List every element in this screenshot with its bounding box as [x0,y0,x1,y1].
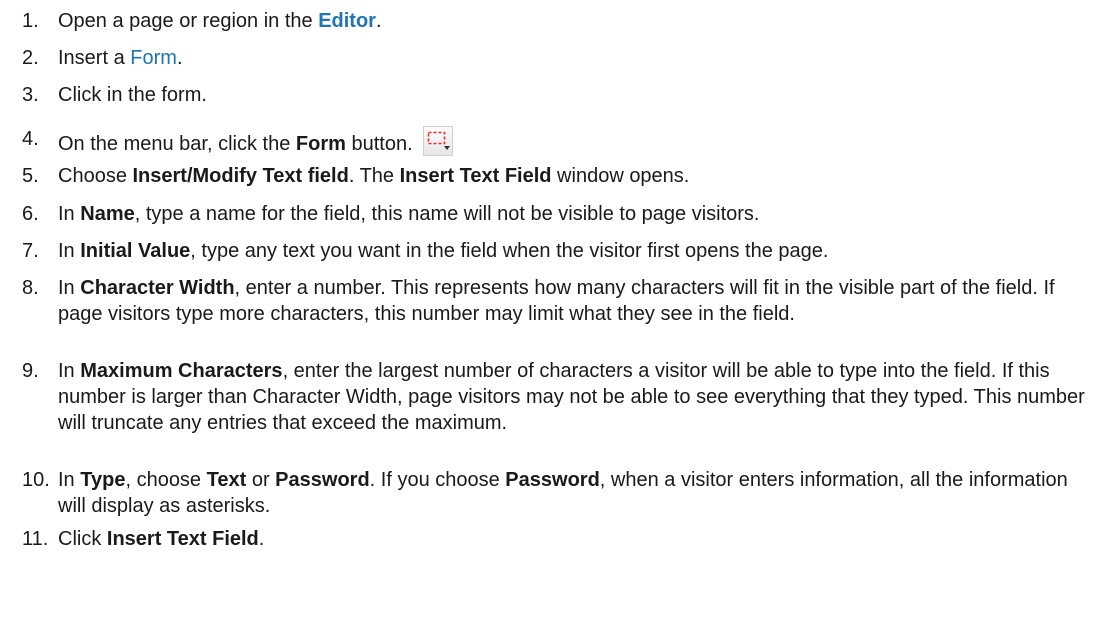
step-number: 3. [22,84,39,106]
step-number: 8. [22,277,39,299]
form-dropdown-icon[interactable] [422,126,453,156]
step-text: Insert a Form. [58,47,183,69]
step-number: 6. [22,203,39,225]
editor-link[interactable]: Editor [318,10,376,32]
step-number: 5. [22,165,39,187]
step-text: In Initial Value, type any text you want… [58,240,829,262]
step-number: 4. [22,128,39,150]
step-text: In Character Width, enter a number. This… [58,277,1055,325]
step-text: In Type, choose Text or Password. If you… [58,469,1068,517]
step-text: In Name, type a name for the field, this… [58,203,760,225]
step-text: Choose Insert/Modify Text field. The Ins… [58,165,690,187]
step-text: Click in the form. [58,84,207,106]
step-text: Click Insert Text Field. [58,528,265,550]
step-number: 11. [22,528,49,550]
step-text: In Maximum Characters, enter the largest… [58,360,1085,434]
step-number: 2. [22,47,39,69]
instructions-document: 1. Open a page or region in the Editor. … [0,0,1107,618]
step-text: Open a page or region in the Editor. [58,10,382,32]
step-number: 1. [22,10,39,32]
step-number: 9. [22,360,39,382]
step-number: 10. [22,469,50,491]
step-number: 7. [22,240,39,262]
form-link[interactable]: Form [130,47,177,69]
step-text: On the menu bar, click the Form button. [58,126,1088,157]
